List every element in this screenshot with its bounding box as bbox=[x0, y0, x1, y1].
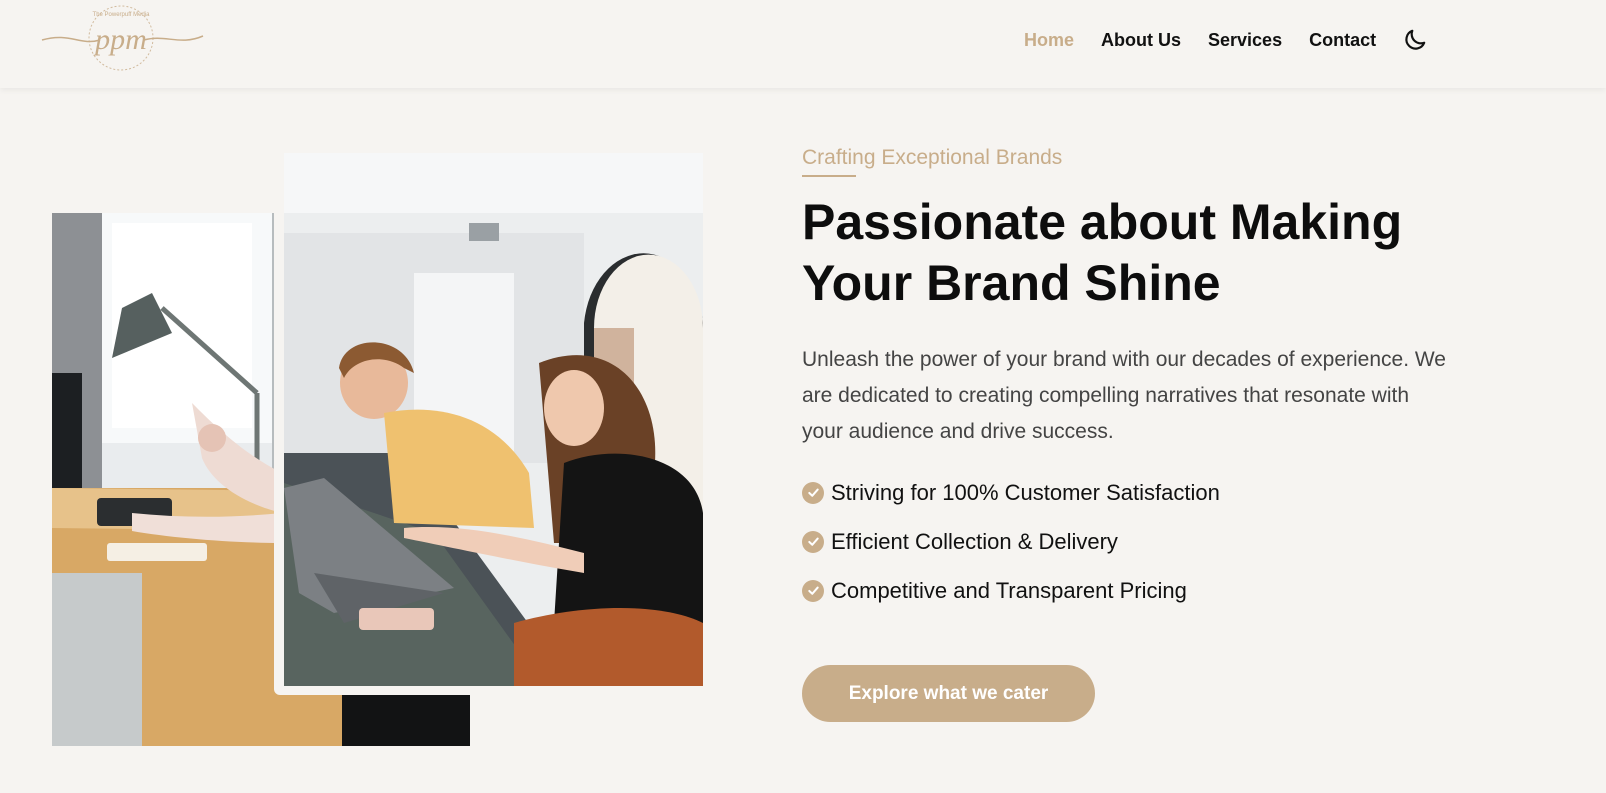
team-collaboration-photo bbox=[284, 153, 703, 686]
eyebrow-underline bbox=[802, 175, 856, 177]
hero-description: Unleash the power of your brand with our… bbox=[802, 348, 1446, 443]
nav-contact[interactable]: Contact bbox=[1309, 30, 1376, 51]
check-circle-icon bbox=[802, 579, 824, 602]
nav-home[interactable]: Home bbox=[1024, 30, 1074, 51]
feature-text: Striving for 100% Customer Satisfaction bbox=[831, 479, 1220, 505]
site-header: ppm The Powerpuff Media Home About Us Se… bbox=[0, 0, 1606, 88]
hero-heading-line1: Passionate about Making bbox=[802, 194, 1403, 250]
feature-item: Competitive and Transparent Pricing bbox=[802, 576, 1220, 605]
hero-eyebrow: Crafting Exceptional Brands bbox=[802, 146, 1063, 169]
feature-item: Efficient Collection & Delivery bbox=[802, 527, 1220, 556]
theme-toggle-button[interactable] bbox=[1402, 27, 1428, 53]
hero-heading: Passionate about Making Your Brand Shine bbox=[802, 192, 1502, 314]
explore-services-button[interactable]: Explore what we cater bbox=[802, 665, 1095, 722]
feature-text: Competitive and Transparent Pricing bbox=[831, 577, 1187, 603]
main-nav: Home About Us Services Contact bbox=[1024, 27, 1428, 53]
svg-text:ppm: ppm bbox=[93, 23, 147, 56]
feature-list: Striving for 100% Customer Satisfaction … bbox=[802, 478, 1220, 625]
brand-logo[interactable]: ppm The Powerpuff Media bbox=[40, 2, 206, 78]
feature-item: Striving for 100% Customer Satisfaction bbox=[802, 478, 1220, 507]
feature-text: Efficient Collection & Delivery bbox=[831, 528, 1118, 554]
nav-about-us[interactable]: About Us bbox=[1101, 30, 1181, 51]
logo-mark-icon: ppm The Powerpuff Media bbox=[41, 5, 204, 71]
moon-icon bbox=[1405, 29, 1426, 50]
nav-services[interactable]: Services bbox=[1208, 30, 1282, 51]
svg-text:The Powerpuff Media: The Powerpuff Media bbox=[93, 12, 151, 18]
check-circle-icon bbox=[802, 481, 824, 504]
check-circle-icon bbox=[802, 530, 824, 553]
hero-heading-line2: Your Brand Shine bbox=[802, 255, 1221, 311]
